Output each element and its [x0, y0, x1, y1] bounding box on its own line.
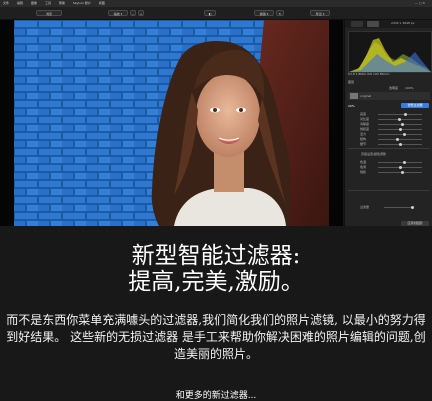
slider-row: 饱和 [348, 170, 430, 174]
photo-workspace [0, 20, 343, 226]
adjustments-panel: 2432 x 3648 px f/2.8 1/800s ISO 100 85mm… [344, 20, 432, 230]
histogram-info: 2432 x 3648 px [391, 21, 415, 25]
layer-thumbnail [350, 93, 358, 99]
slider-knob[interactable] [400, 123, 404, 126]
layers-label: 图层 [348, 80, 355, 84]
amount-row: 过滤量 [348, 205, 430, 209]
slider-label: 清晰度 [360, 122, 370, 126]
slider-track[interactable] [378, 138, 422, 141]
slider-track[interactable] [378, 128, 422, 131]
amount-label: 过滤量 [360, 205, 370, 209]
layers-tab-icon[interactable] [351, 21, 363, 27]
slider-track[interactable] [378, 123, 422, 126]
menu-account[interactable]: Skylum 账户 [73, 1, 91, 5]
filters-tab-icon[interactable] [367, 21, 379, 27]
slider-label: 结构 [360, 137, 367, 141]
slider-track[interactable] [378, 113, 422, 116]
menu-bar: 文件 编辑 图像 工具 帮助 Skylum 账户 视图 — ▢ ✕ [0, 0, 432, 7]
menu-tools[interactable]: 工具 [45, 1, 51, 5]
slider-label: 色调 [360, 165, 367, 169]
slider-knob[interactable] [396, 138, 400, 141]
divider [348, 148, 430, 149]
slider-track[interactable] [378, 161, 422, 164]
panel-tabs: 2432 x 3648 px [345, 20, 432, 28]
slider-knob[interactable] [399, 143, 403, 146]
slider-label: 亮度 [360, 112, 367, 116]
slider-label: 细节 [360, 142, 367, 146]
opacity-label: 透明度 [389, 86, 399, 90]
slider-track[interactable] [378, 171, 422, 174]
window-controls[interactable]: — ▢ ✕ [415, 0, 425, 7]
slider-row: 细节 [348, 142, 430, 146]
menu-file[interactable]: 文件 [3, 1, 9, 5]
slider-label: 饱和度 [360, 127, 370, 131]
menu-image[interactable]: 图像 [31, 1, 37, 5]
slider-row: 色温 [348, 160, 430, 164]
browse-button[interactable]: 浏览 [36, 10, 62, 16]
slider-label: 对比度 [360, 117, 370, 121]
divider [348, 190, 430, 191]
slider-track[interactable] [378, 133, 422, 136]
headline-subtitle: 提高,完美,激励。 [128, 269, 304, 295]
slider-track[interactable] [378, 143, 422, 146]
menu-help[interactable]: 帮助 [59, 1, 65, 5]
compare-icon[interactable]: ◧ [204, 10, 216, 16]
redo-icon[interactable]: ↻ [276, 10, 284, 16]
slider-knob[interactable] [403, 113, 407, 116]
slider-row: 色调 [348, 165, 430, 169]
slider-knob[interactable] [400, 171, 404, 174]
slider-label: 活力 [360, 132, 367, 136]
amount-knob[interactable] [411, 206, 414, 209]
export-dropdown[interactable]: 导出 ▾ [310, 10, 330, 16]
undo-dropdown[interactable]: 撤销 ▾ [254, 10, 274, 16]
zoom-out-button[interactable]: − [130, 10, 136, 16]
slider-knob[interactable] [398, 128, 402, 131]
slider-track[interactable] [378, 166, 422, 169]
slider-row: 对比度 [348, 117, 430, 121]
smart-filter-button[interactable]: 智能过滤器 [401, 103, 429, 108]
slider-label: 饱和 [360, 170, 367, 174]
histogram-sub: f/2.8 1/800s ISO 100 85mm [348, 72, 390, 76]
layer-row[interactable]: original [348, 92, 430, 100]
more-filters-link[interactable]: 和更多的新过滤器... [0, 388, 432, 401]
slider-label: 色温 [360, 160, 367, 164]
amount-slider[interactable] [384, 206, 414, 209]
slider-row: 亮度 [348, 112, 430, 116]
opacity-value[interactable]: 100% [405, 86, 414, 90]
menu-view[interactable]: 视图 [99, 1, 105, 5]
subsection-title: 高级设置/颜色调整 [361, 152, 387, 156]
menu-edit[interactable]: 编辑 [17, 1, 23, 5]
histogram [348, 31, 432, 73]
portrait-photo[interactable] [14, 20, 329, 226]
slider-knob[interactable] [402, 161, 406, 164]
slider-knob[interactable] [402, 133, 406, 136]
slider-row: 清晰度 [348, 122, 430, 126]
slider-row: 饱和度 [348, 127, 430, 131]
promo-section: 新型智能过滤器: 提高,完美,激励。 而不是东西你菜单充满噱头的过滤器,我们简化… [0, 226, 432, 401]
slider-row: 结构 [348, 137, 430, 141]
zoom-dropdown[interactable]: 缩放 ▾ [108, 10, 128, 16]
slider-knob[interactable] [397, 118, 401, 121]
headline-title: 新型智能过滤器: [131, 243, 301, 269]
description-text: 而不是东西你菜单充满噱头的过滤器,我们简化我们的照片滤镜, 以最小的努力得到好结… [6, 313, 426, 361]
toolbar: 浏览 缩放 ▾ − + ◧ 撤销 ▾ ↻ 导出 ▾ [0, 7, 432, 20]
layer-name: original [360, 94, 372, 98]
slider-knob[interactable] [398, 166, 402, 169]
zoom-in-button[interactable]: + [138, 10, 144, 16]
slider-track[interactable] [378, 118, 422, 121]
slider-row: 活力 [348, 132, 430, 136]
section-title: 20% [348, 104, 355, 108]
